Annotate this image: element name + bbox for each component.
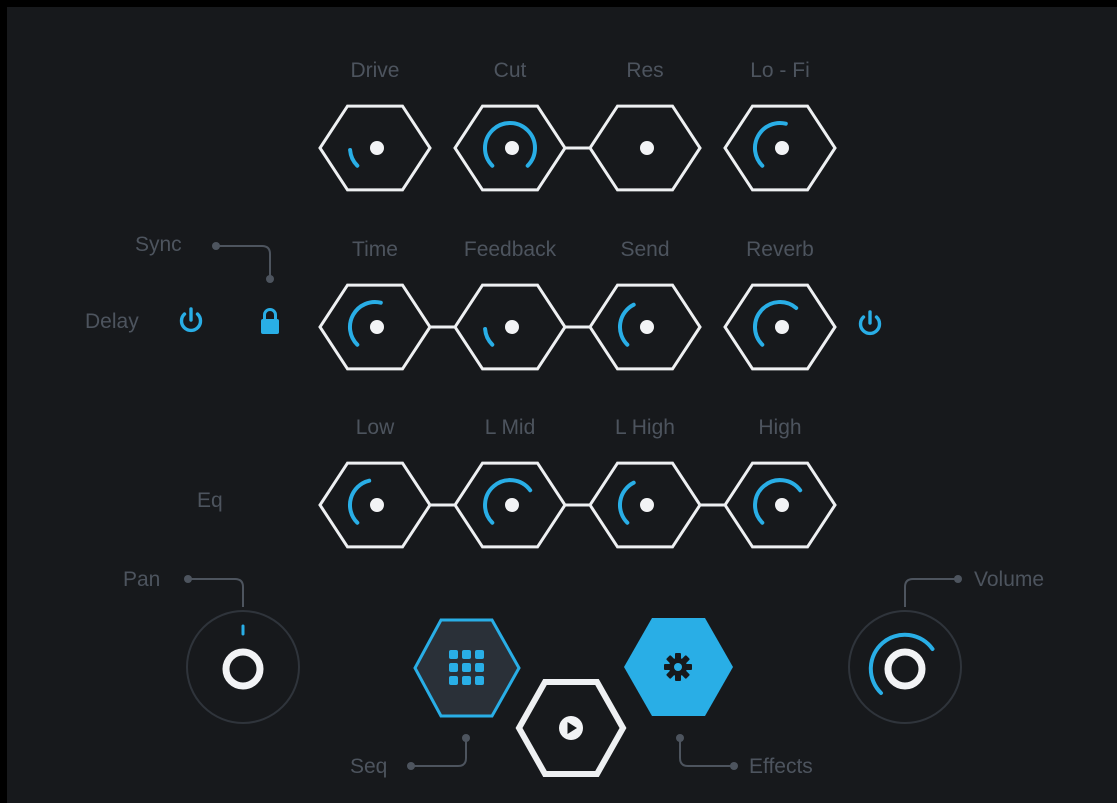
knob-label: Drive xyxy=(350,59,399,82)
knob-label: L Mid xyxy=(485,416,536,439)
knob-center-dot xyxy=(505,320,519,334)
knob-high[interactable]: High xyxy=(723,416,837,549)
knob-center-dot xyxy=(370,320,384,334)
gear-hole xyxy=(674,663,682,671)
knob-time[interactable]: Time xyxy=(318,238,432,371)
knob-center-dot xyxy=(775,320,789,334)
knob-cut[interactable]: Cut xyxy=(453,59,567,192)
gear-icon xyxy=(664,653,692,681)
knob-grid: Drive Cut Res Lo - Fi Time Feedback Send Reverb… xyxy=(318,59,837,549)
knob-label: Res xyxy=(626,59,663,82)
knob-label: Low xyxy=(356,416,395,439)
knob-center-dot xyxy=(370,498,384,512)
pan-knob[interactable] xyxy=(186,610,300,724)
knob-center-dot xyxy=(775,498,789,512)
effects-leader-dot xyxy=(730,762,738,770)
power-icon[interactable] xyxy=(858,310,882,336)
knob-center-dot xyxy=(505,141,519,155)
knob-l-mid[interactable]: L Mid xyxy=(453,416,567,549)
knob-send[interactable]: Send xyxy=(588,238,702,371)
volume-leader-line xyxy=(904,578,958,607)
synth-panel-canvas: Drive Cut Res Lo - Fi Time Feedback Send Reverb… xyxy=(85,59,1044,778)
knob-label: L High xyxy=(615,416,675,439)
knob-res[interactable]: Res xyxy=(588,59,702,192)
seq-button[interactable] xyxy=(413,618,521,718)
knob-label: Lo - Fi xyxy=(750,59,810,82)
sync-label: Sync xyxy=(135,233,182,256)
knob-drive[interactable]: Drive xyxy=(318,59,432,192)
knob-reverb[interactable]: Reverb xyxy=(723,238,837,371)
knob-label: Cut xyxy=(494,59,527,82)
sync-leader-line xyxy=(216,245,271,277)
play-icon xyxy=(559,716,583,740)
knob-label: Time xyxy=(352,238,398,261)
pan-leader-line xyxy=(188,578,244,607)
synth-panel: Drive Cut Res Lo - Fi Time Feedback Send Reverb… xyxy=(7,7,1117,803)
knob-label: Send xyxy=(620,238,669,261)
lock-icon[interactable] xyxy=(261,308,279,335)
volume-knob[interactable] xyxy=(848,610,962,724)
knob-lo-fi[interactable]: Lo - Fi xyxy=(723,59,837,192)
knob-center-dot xyxy=(640,498,654,512)
seq-leader-line xyxy=(411,740,467,767)
knob-center-dot xyxy=(505,498,519,512)
play-button[interactable] xyxy=(515,679,627,777)
effects-label: Effects xyxy=(749,755,813,778)
grid-icon xyxy=(449,650,484,685)
power-icon[interactable] xyxy=(179,307,203,333)
effects-button[interactable] xyxy=(624,618,733,716)
row-label-delay: Delay xyxy=(85,310,139,333)
knob-feedback[interactable]: Feedback xyxy=(453,238,567,371)
sync-leader-end xyxy=(266,275,274,283)
knob-low[interactable]: Low xyxy=(318,416,432,549)
knob-label: Reverb xyxy=(746,238,814,261)
knob-label: Feedback xyxy=(464,238,557,261)
knob-label: High xyxy=(758,416,801,439)
pan-label: Pan xyxy=(123,568,160,591)
volume-label: Volume xyxy=(974,568,1044,591)
seq-leader-end xyxy=(462,734,470,742)
knob-center-dot xyxy=(640,141,654,155)
knob-center-dot xyxy=(640,320,654,334)
volume-knob-ring xyxy=(848,610,962,724)
knob-l-high[interactable]: L High xyxy=(588,416,702,549)
seq-label: Seq xyxy=(350,755,387,778)
knob-center-dot xyxy=(370,141,384,155)
knob-center-dot xyxy=(775,141,789,155)
row-label-eq: Eq xyxy=(197,489,223,512)
effects-leader-line xyxy=(679,738,734,767)
